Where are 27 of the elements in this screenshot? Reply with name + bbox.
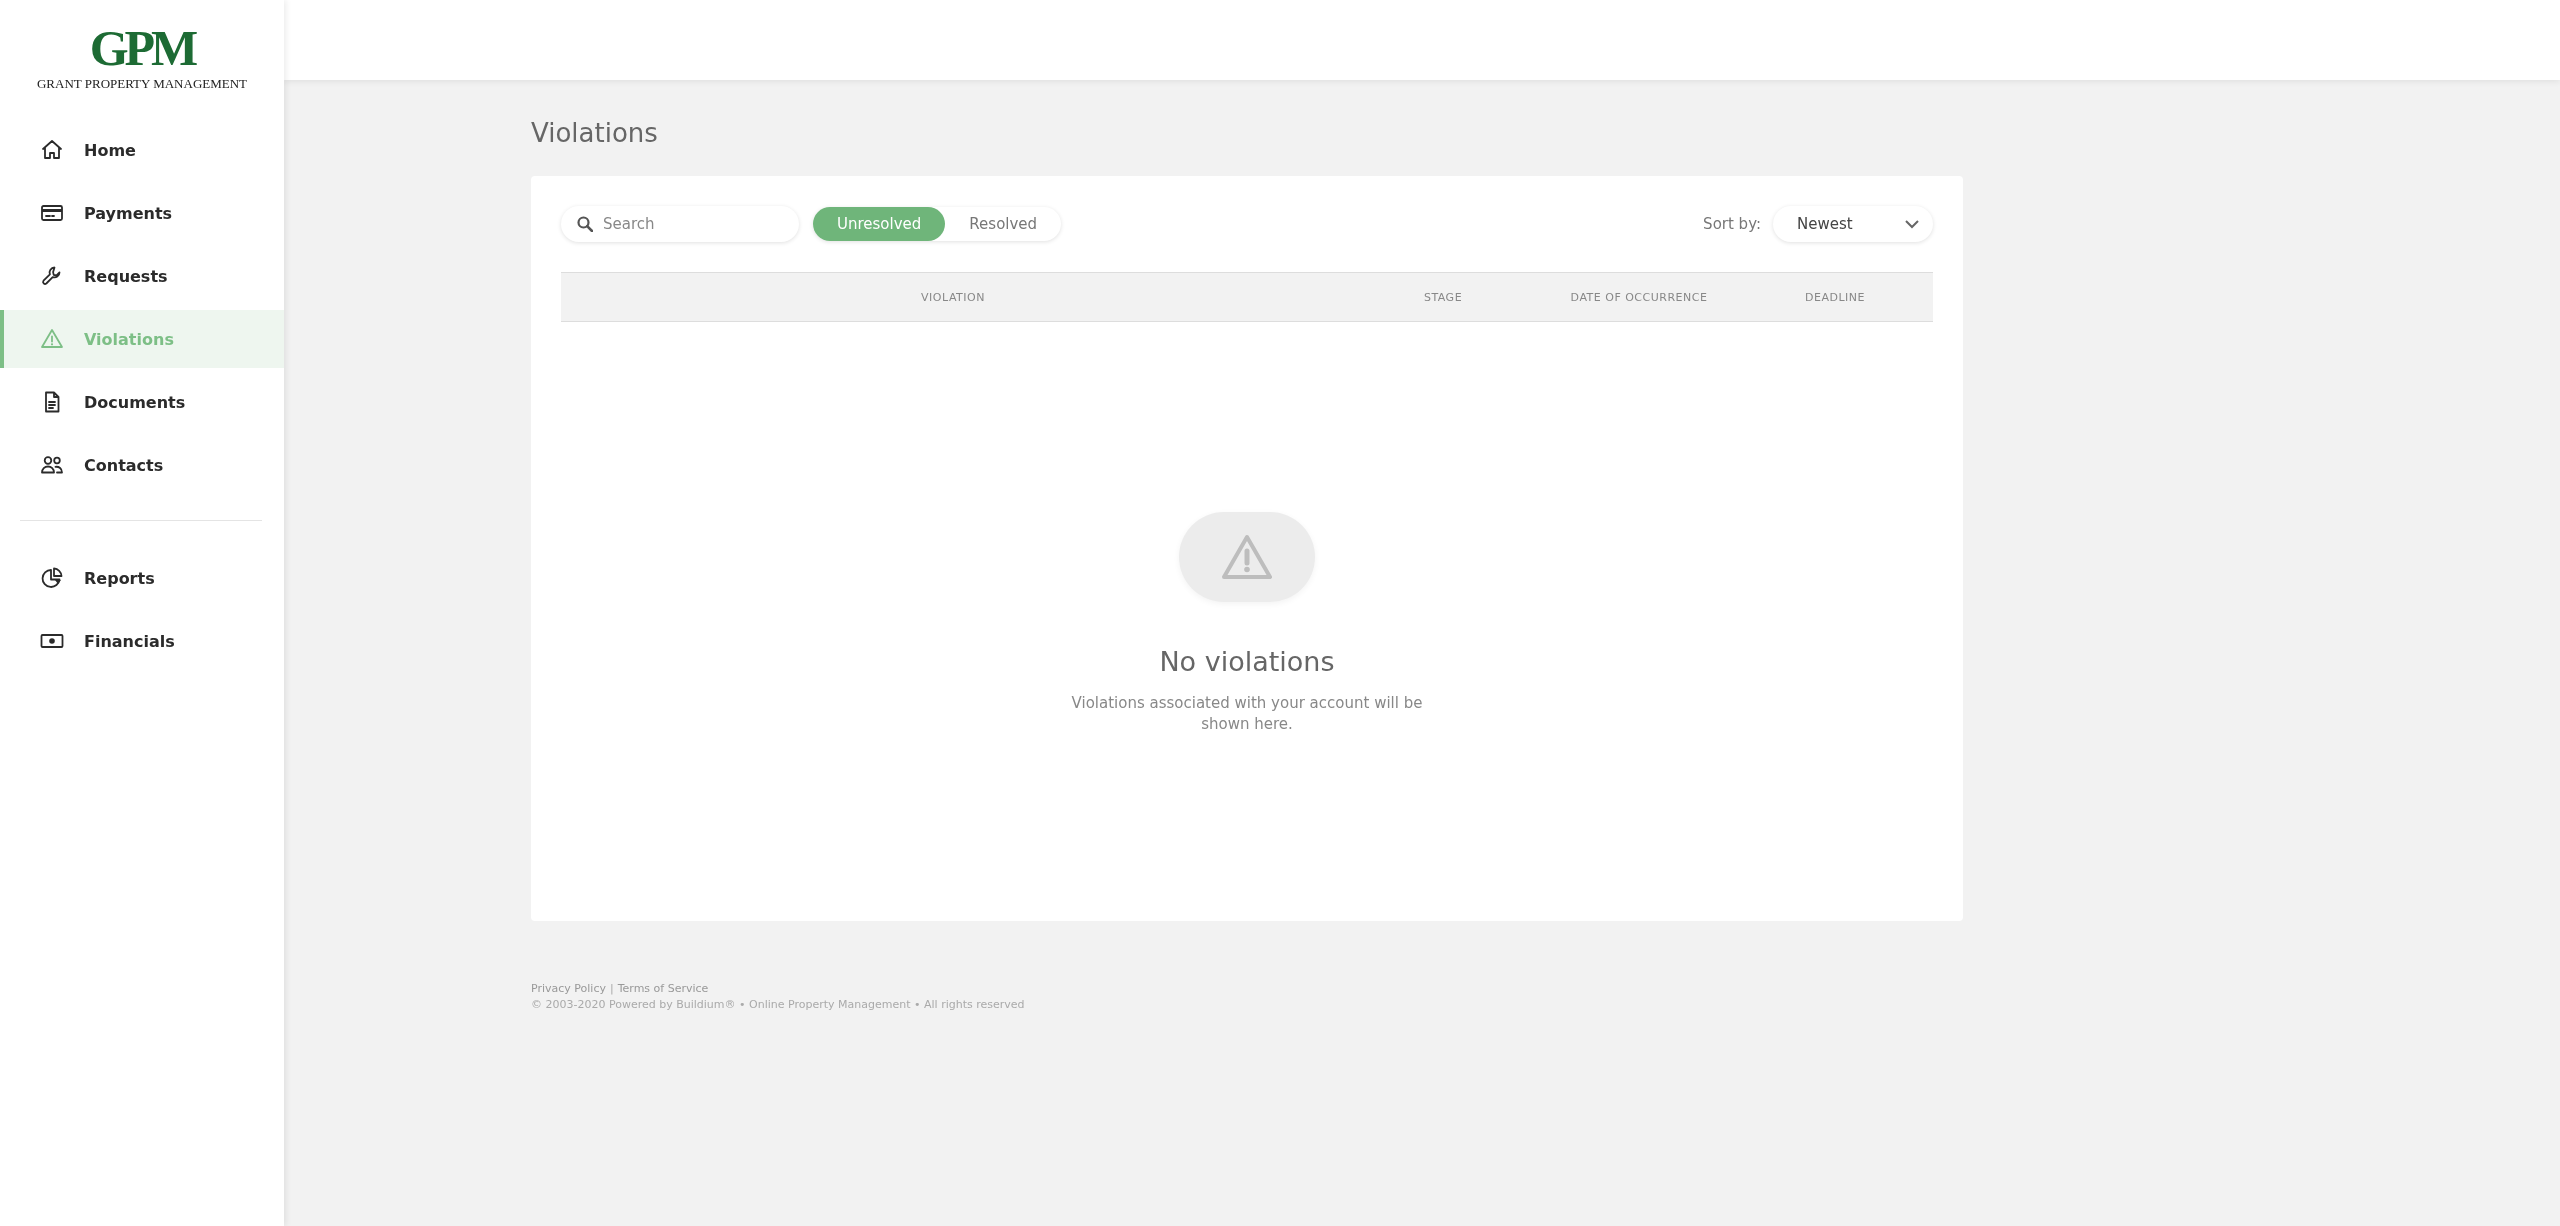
home-icon [40,138,64,162]
nav-item[interactable]: Financials [0,612,284,670]
nav-item[interactable]: Payments [0,184,284,242]
warning-icon [1221,534,1273,580]
nav-item[interactable]: Documents [0,373,284,431]
filter-tab[interactable]: Resolved [945,207,1062,241]
pie-chart-icon [40,566,64,590]
column-header: STAGE [1422,290,1464,304]
company-name: GRANT PROPERTY MANAGEMENT [36,76,248,92]
nav-item[interactable]: Home [0,121,284,179]
empty-state-title: No violations [1159,646,1335,677]
empty-state-message: Violations associated with your account will be shown here. [1070,693,1424,735]
column-header: VIOLATION [920,290,986,304]
sort-label: Sort by: [1703,215,1761,233]
search-field[interactable]: Search [561,206,799,242]
separator: | [609,981,614,997]
column-header: DEADLINE [1804,290,1866,304]
logo-mark: GPM [89,20,195,76]
page-title: Violations [531,118,659,148]
copyright-text: © 2003-2020 Powered by Buildium® • Online Property Management • All rights reserved [531,997,1026,1013]
warning-icon [40,327,64,351]
nav-item[interactable]: Requests [0,247,284,305]
column-header: DATE OF OCCURRENCE [1569,290,1709,304]
nav-item[interactable]: Reports [0,549,284,607]
chevron-down-icon [1905,219,1919,229]
sort-dropdown[interactable]: Newest [1773,206,1933,242]
nav-item[interactable]: Contacts [0,436,284,494]
